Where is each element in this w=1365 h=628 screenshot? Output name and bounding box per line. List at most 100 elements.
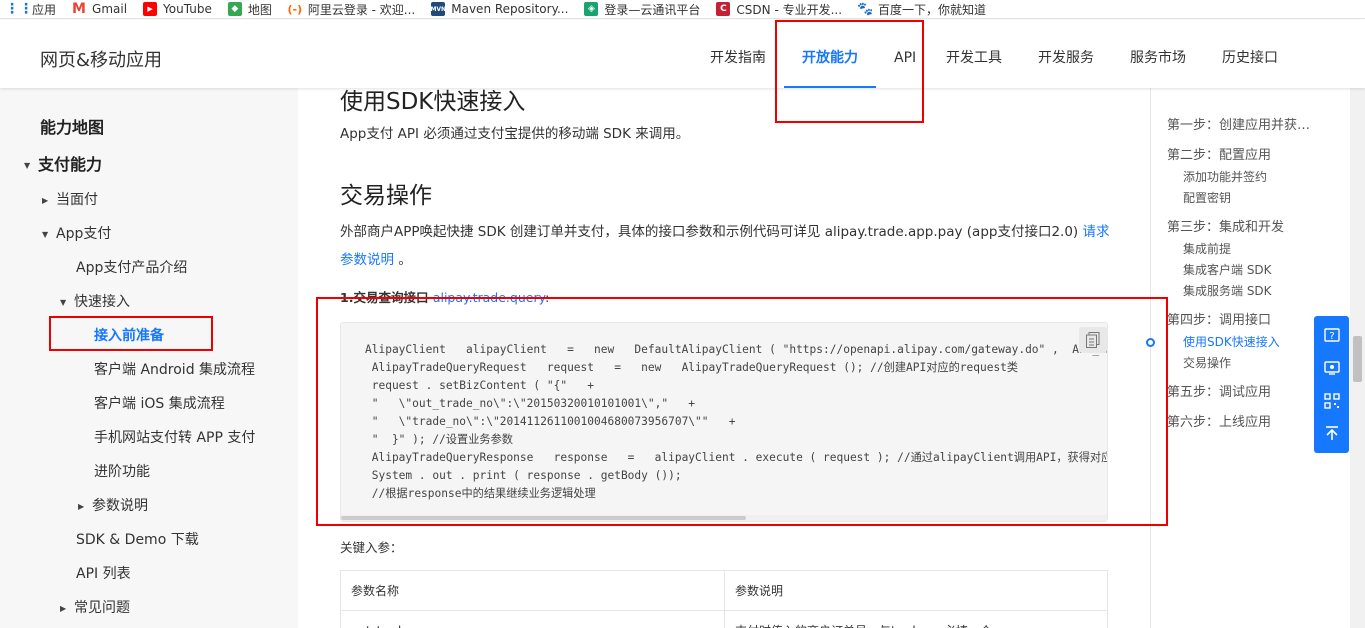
table-row: out_trade_no 支付时传入的商户订单号，与trade_no必填一个 bbox=[340, 610, 1108, 628]
toc-subitem[interactable]: 集成客户端 SDK bbox=[1183, 261, 1272, 278]
bookmark-apps[interactable]: ⋮⋮ 应用 bbox=[5, 1, 57, 18]
bookmark-cloud-sms[interactable]: ◈ 登录—云通讯平台 bbox=[584, 1, 700, 18]
bookmark-aliyun[interactable]: (-) 阿里云登录 - 欢迎... bbox=[288, 1, 416, 18]
sidebar-item-app-pay-intro[interactable]: App支付产品介绍 bbox=[76, 257, 187, 277]
highlight-box-code bbox=[316, 297, 1168, 526]
table-header-cell: 参数说明 bbox=[724, 570, 1108, 611]
toc-subitem[interactable]: 集成前提 bbox=[1183, 240, 1231, 257]
sidebar-item-label: App支付产品介绍 bbox=[76, 260, 188, 276]
sidebar-item-label: 支付能力 bbox=[38, 155, 103, 174]
svg-text:?: ? bbox=[1329, 331, 1334, 342]
maps-icon: ◆ bbox=[227, 2, 242, 16]
sidebar-item-label: 进阶功能 bbox=[94, 464, 150, 480]
trade-paragraph: 外部商户APP唤起快捷 SDK 创建订单并支付，具体的接口参数和示例代码可详见 … bbox=[340, 218, 1110, 274]
table-cell: 支付时传入的商户订单号，与trade_no必填一个 bbox=[724, 610, 1108, 628]
bookmark-csdn[interactable]: C CSDN - 专业开发... bbox=[716, 1, 842, 18]
paragraph-end: 。 bbox=[394, 252, 412, 268]
sidebar-item-label: 参数说明 bbox=[92, 498, 148, 514]
toc-subitem[interactable]: 添加功能并签约 bbox=[1183, 168, 1267, 185]
toc-subitem[interactable]: 配置密钥 bbox=[1183, 189, 1231, 206]
tab-dev-services[interactable]: 开发服务 bbox=[1020, 20, 1112, 88]
site-header: 网页&移动应用 开发指南 开放能力 API 开发工具 开发服务 服务市场 历史接… bbox=[0, 20, 1365, 88]
sidebar-item-label: 快速接入 bbox=[74, 294, 130, 310]
toc-item[interactable]: 第二步：配置应用 bbox=[1167, 144, 1271, 163]
toc-item[interactable]: 第三步：集成和开发 bbox=[1167, 216, 1284, 235]
bookmark-label: 应用 bbox=[32, 2, 57, 17]
bookmark-baidu[interactable]: 🐾 百度一下，你就知道 bbox=[856, 1, 987, 18]
sidebar-item-advanced[interactable]: 进阶功能 bbox=[94, 461, 150, 481]
apps-grid-icon: ⋮⋮ bbox=[5, 1, 33, 17]
youtube-icon: ▶ bbox=[143, 2, 158, 16]
sidebar-item-app-pay[interactable]: ▼ App支付 bbox=[42, 223, 111, 243]
highlight-box-sidebar bbox=[49, 316, 213, 351]
sidebar-item-params[interactable]: ▶ 参数说明 bbox=[78, 495, 148, 515]
toc-item[interactable]: 第五步：调试应用 bbox=[1167, 381, 1271, 400]
heading-trade-operations: 交易操作 bbox=[340, 183, 432, 209]
toc-subitem-active[interactable]: 使用SDK快速接入 bbox=[1183, 333, 1280, 350]
sidebar-item-payment[interactable]: ▼ 支付能力 bbox=[24, 151, 102, 175]
sidebar-item-label: 客户端 Android 集成流程 bbox=[94, 362, 256, 378]
sidebar-item-capability-map[interactable]: 能力地图 bbox=[40, 114, 104, 138]
bookmark-gmail[interactable]: M Gmail bbox=[72, 1, 128, 17]
bookmark-maven[interactable]: MVN Maven Repository... bbox=[430, 2, 569, 16]
sidebar-item-label: 能力地图 bbox=[40, 118, 105, 137]
intro-text: App支付 API 必须通过支付宝提供的移动端 SDK 来调用。 bbox=[340, 126, 690, 142]
bookmark-label: YouTube bbox=[163, 2, 212, 16]
baidu-icon: 🐾 bbox=[856, 1, 874, 17]
bookmark-maps[interactable]: ◆ 地图 bbox=[227, 1, 272, 18]
question-icon[interactable]: ? bbox=[1322, 326, 1342, 346]
gmail-icon: M bbox=[72, 1, 86, 17]
bookmark-label: Maven Repository... bbox=[451, 2, 569, 16]
heading-sdk-quick-access: 使用SDK快速接入 bbox=[340, 89, 526, 115]
sidebar-item-sdk-demo[interactable]: SDK & Demo 下载 bbox=[76, 529, 199, 549]
sidebar-item-android-integration[interactable]: 客户端 Android 集成流程 bbox=[94, 359, 255, 379]
toc-item[interactable]: 第一步：创建应用并获… bbox=[1167, 114, 1310, 133]
params-table: 参数名称 参数说明 out_trade_no 支付时传入的商户订单号，与trad… bbox=[340, 570, 1108, 628]
maven-icon: MVN bbox=[430, 2, 446, 16]
tab-dev-guide[interactable]: 开发指南 bbox=[692, 20, 784, 88]
toc-subitem[interactable]: 集成服务端 SDK bbox=[1183, 282, 1272, 299]
caret-down-icon: ▼ bbox=[42, 229, 49, 239]
paragraph-text: 外部商户APP唤起快捷 SDK 创建订单并支付，具体的接口参数和示例代码可详见 … bbox=[340, 224, 1083, 240]
back-to-top-icon[interactable] bbox=[1322, 423, 1342, 443]
sidebar-item-label: 客户端 iOS 集成流程 bbox=[94, 396, 225, 412]
bookmark-label: 阿里云登录 - 欢迎... bbox=[307, 2, 416, 17]
sidebar-item-label: App支付 bbox=[56, 226, 112, 242]
table-cell: out_trade_no bbox=[340, 610, 725, 628]
bookmark-label: 地图 bbox=[247, 2, 272, 17]
page-vertical-scrollbar[interactable] bbox=[1350, 20, 1365, 628]
caret-right-icon: ▶ bbox=[78, 501, 85, 511]
table-header-cell: 参数名称 bbox=[340, 570, 725, 611]
toc-item[interactable]: 第四步：调用接口 bbox=[1167, 309, 1271, 328]
bookmark-label: Gmail bbox=[92, 2, 128, 16]
table-header-row: 参数名称 参数说明 bbox=[340, 570, 1108, 611]
sidebar-item-label: API 列表 bbox=[76, 566, 131, 582]
sidebar-item-label: 手机网站支付转 APP 支付 bbox=[94, 430, 256, 446]
bookmark-youtube[interactable]: ▶ YouTube bbox=[143, 2, 212, 16]
qrcode-icon[interactable] bbox=[1322, 391, 1342, 411]
sidebar-item-faq[interactable]: ▶ 常见问题 bbox=[60, 597, 130, 617]
highlight-box-nav bbox=[775, 20, 924, 123]
bookmark-label: 百度一下，你就知道 bbox=[878, 2, 987, 17]
key-params-label: 关键入参： bbox=[340, 540, 403, 555]
feedback-icon[interactable] bbox=[1322, 358, 1342, 378]
toc-subitem[interactable]: 交易操作 bbox=[1183, 354, 1231, 371]
sidebar-item-api-list[interactable]: API 列表 bbox=[76, 563, 131, 583]
csdn-icon: C bbox=[716, 2, 731, 16]
tab-service-market[interactable]: 服务市场 bbox=[1112, 20, 1204, 88]
tab-dev-tools[interactable]: 开发工具 bbox=[928, 20, 1020, 88]
scrollbar-thumb[interactable] bbox=[1353, 336, 1362, 382]
sidebar-item-quick-access[interactable]: ▼ 快速接入 bbox=[60, 291, 130, 311]
bookmark-label: CSDN - 专业开发... bbox=[736, 2, 843, 17]
bookmarks-bar: ⋮⋮ 应用 M Gmail ▶ YouTube ◆ 地图 (-) 阿里云登录 - 欢迎..… bbox=[0, 0, 1365, 19]
sidebar-item-wap-to-app[interactable]: 手机网站支付转 APP 支付 bbox=[94, 427, 255, 447]
toc-item[interactable]: 第六步：上线应用 bbox=[1167, 411, 1271, 430]
brand-title[interactable]: 网页&移动应用 bbox=[40, 46, 162, 72]
sidebar-item-label: 常见问题 bbox=[74, 600, 130, 616]
tab-history-api[interactable]: 历史接口 bbox=[1204, 20, 1296, 88]
caret-down-icon: ▼ bbox=[60, 297, 67, 307]
sidebar-item-ios-integration[interactable]: 客户端 iOS 集成流程 bbox=[94, 393, 225, 413]
sidebar-item-label: 当面付 bbox=[56, 192, 98, 208]
caret-right-icon: ▶ bbox=[60, 603, 67, 613]
sidebar-item-face-pay[interactable]: ▶ 当面付 bbox=[42, 189, 98, 209]
